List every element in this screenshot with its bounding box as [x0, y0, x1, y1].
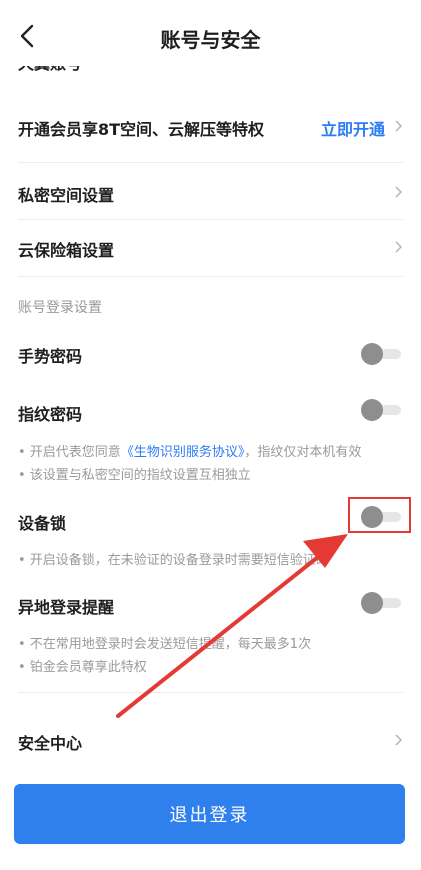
- fingerprint-note-prefix: • 开启代表您同意: [18, 445, 121, 460]
- device-lock-note: • 开启设备锁，在未验证的设备登录时需要短信验证码: [18, 553, 329, 568]
- gesture-password-label: 手势密码: [18, 347, 83, 366]
- highlight-box: [348, 497, 411, 533]
- divider: [18, 219, 403, 220]
- security-center-label: 安全中心: [18, 734, 83, 753]
- login-section-label: 账号登录设置: [18, 300, 102, 316]
- divider: [18, 692, 403, 693]
- vip-open-link[interactable]: 立即开通: [321, 116, 385, 140]
- toggle-knob: [361, 592, 383, 614]
- fingerprint-note: • 开启代表您同意《生物识别服务协议》，指纹仅对本机有效: [18, 441, 361, 460]
- remote-login-row: 异地登录提醒: [18, 584, 403, 624]
- fingerprint-note-2: • 该设置与私密空间的指纹设置互相独立: [18, 468, 251, 483]
- cloud-safe-row[interactable]: 云保险箱设置: [18, 227, 403, 267]
- vip-row[interactable]: 开通会员享8T空间、云解压等特权 立即开通: [18, 106, 403, 146]
- biometric-agreement-link[interactable]: 《生物识别服务协议》: [121, 445, 245, 460]
- gesture-password-toggle[interactable]: [361, 342, 401, 366]
- divider: [18, 162, 403, 163]
- divider: [18, 276, 403, 277]
- toggle-knob: [361, 399, 383, 421]
- page-title: 账号与安全: [160, 28, 261, 52]
- device-lock-label: 设备锁: [18, 514, 67, 533]
- remote-login-toggle[interactable]: [361, 591, 401, 615]
- device-lock-row: 设备锁: [18, 500, 403, 540]
- remote-login-label: 异地登录提醒: [18, 598, 115, 617]
- chevron-right-icon: [395, 186, 403, 198]
- logout-button[interactable]: 退出登录: [14, 784, 405, 844]
- fingerprint-password-row: 指纹密码: [18, 391, 403, 431]
- fingerprint-password-toggle[interactable]: [361, 398, 401, 422]
- chevron-right-icon: [395, 241, 403, 253]
- fingerprint-password-label: 指纹密码: [18, 405, 83, 424]
- toggle-knob: [361, 343, 383, 365]
- remote-login-note-2: • 铂金会员尊享此特权: [18, 660, 147, 675]
- header: 账号与安全: [0, 0, 421, 66]
- private-space-row[interactable]: 私密空间设置: [18, 172, 403, 212]
- chevron-right-icon: [395, 120, 403, 132]
- private-space-label: 私密空间设置: [18, 186, 115, 205]
- fingerprint-note-suffix: ，指纹仅对本机有效: [244, 445, 362, 460]
- vip-label: 开通会员享8T空间、云解压等特权: [18, 120, 265, 139]
- cloud-safe-label: 云保险箱设置: [18, 241, 115, 260]
- gesture-password-row: 手势密码: [18, 333, 403, 373]
- remote-login-note-1: • 不在常用地登录时会发送短信提醒，每天最多1次: [18, 637, 312, 652]
- chevron-right-icon: [395, 734, 403, 746]
- security-center-row[interactable]: 安全中心: [18, 720, 403, 760]
